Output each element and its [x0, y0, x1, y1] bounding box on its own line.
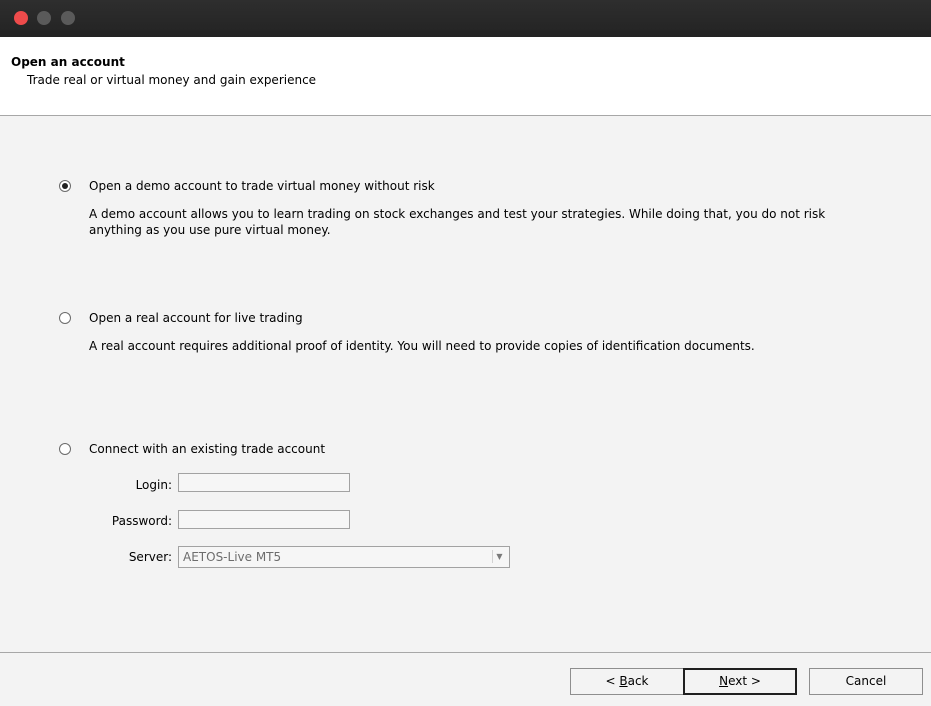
real-account-label[interactable]: Open a real account for live trading — [89, 311, 303, 325]
login-field[interactable] — [178, 473, 350, 492]
demo-account-radio[interactable] — [59, 180, 71, 192]
demo-account-description: A demo account allows you to learn tradi… — [89, 207, 826, 237]
window-titlebar — [0, 0, 931, 37]
radio-selected-dot — [62, 183, 68, 189]
existing-account-radio[interactable] — [59, 443, 71, 455]
chevron-down-icon[interactable]: ▼ — [492, 550, 506, 563]
minimize-window-icon[interactable] — [37, 11, 51, 25]
page-title: Open an account — [11, 55, 125, 69]
server-select-value: AETOS-Live MT5 — [183, 550, 282, 564]
existing-account-label[interactable]: Connect with an existing trade account — [89, 442, 325, 456]
next-button[interactable]: Next > — [683, 668, 797, 695]
real-account-radio[interactable] — [59, 312, 71, 324]
demo-account-label[interactable]: Open a demo account to trade virtual mon… — [89, 179, 435, 193]
password-label: Password: — [111, 514, 172, 528]
maximize-window-icon[interactable] — [61, 11, 75, 25]
real-account-description: A real account requires additional proof… — [89, 339, 755, 353]
page-subtitle: Trade real or virtual money and gain exp… — [27, 73, 317, 87]
close-window-icon[interactable] — [14, 11, 28, 25]
password-field[interactable] — [178, 510, 350, 529]
back-button[interactable]: < Back — [570, 668, 684, 695]
footer-divider — [0, 652, 931, 653]
wizard-header: Open an account Trade real or virtual mo… — [0, 37, 931, 116]
cancel-button[interactable]: Cancel — [809, 668, 923, 695]
server-label: Server: — [128, 550, 172, 564]
server-select[interactable]: AETOS-Live MT5 ▼ — [178, 546, 510, 568]
login-label: Login: — [135, 478, 172, 492]
